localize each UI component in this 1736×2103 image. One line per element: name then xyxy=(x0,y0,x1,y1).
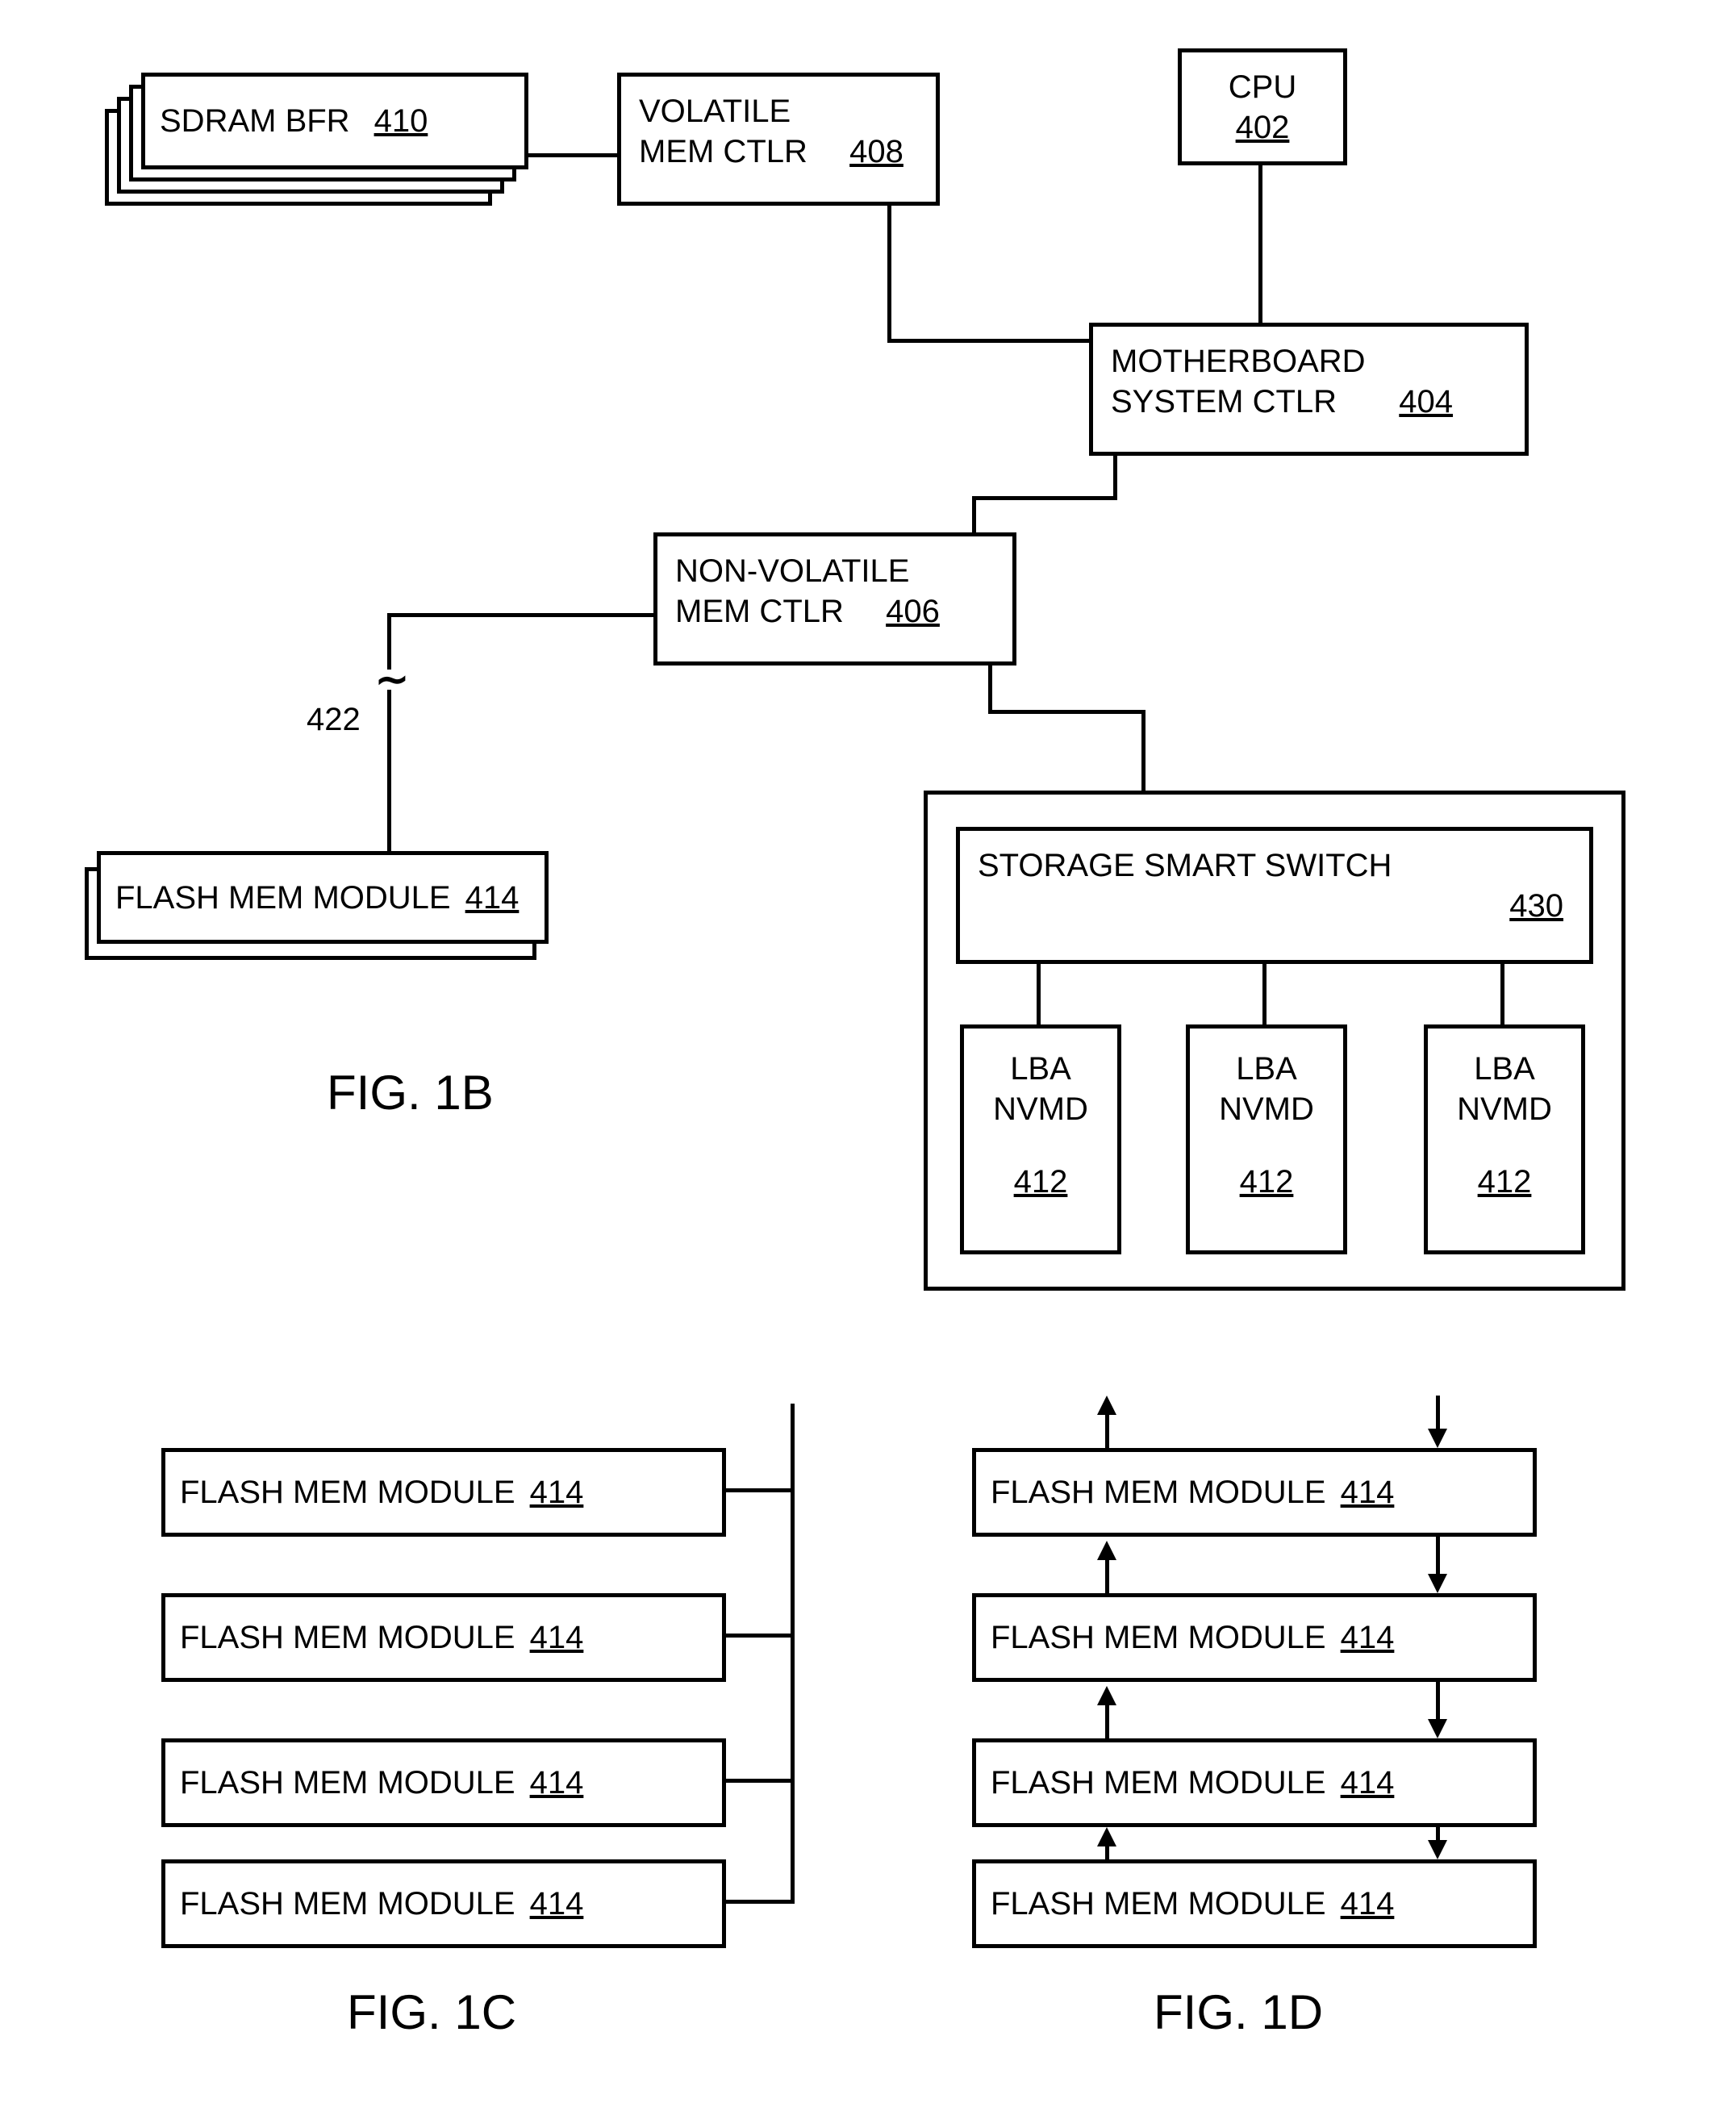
nvmem-ref: 406 xyxy=(886,594,940,629)
fig1c-flash-1: FLASH MEM MODULE 414 xyxy=(161,1448,726,1537)
conn-mb-nvmem-v xyxy=(972,496,976,532)
lba1-l1: LBA xyxy=(1010,1051,1071,1087)
fig1d-flash-1: FLASH MEM MODULE 414 xyxy=(972,1448,1537,1537)
motherboard-ctlr-box: MOTHERBOARD SYSTEM CTLR 404 xyxy=(1089,323,1529,456)
fig1d-23-left-line xyxy=(1105,1702,1109,1738)
flash-1b-label: FLASH MEM MODULE xyxy=(115,878,451,918)
nonvolatile-mem-ctlr-box: NON-VOLATILE MEM CTLR 406 xyxy=(653,532,1016,666)
conn-sss-lba2 xyxy=(1262,964,1267,1024)
conn-sdram-vmem xyxy=(528,153,617,157)
lba3-l2: NVMD xyxy=(1457,1091,1552,1127)
fig1d-f1-label: FLASH MEM MODULE xyxy=(991,1472,1326,1513)
fig1d-f2-ref: 414 xyxy=(1341,1617,1395,1658)
fig1c-conn-1 xyxy=(726,1488,791,1492)
fig1c-flash-4: FLASH MEM MODULE 414 xyxy=(161,1859,726,1948)
storage-smart-switch-box: STORAGE SMART SWITCH 430 xyxy=(956,827,1593,964)
fig1d-flash-4: FLASH MEM MODULE 414 xyxy=(972,1859,1537,1948)
conn-nvmem-right-h xyxy=(988,710,1146,714)
fig-1c-caption: FIG. 1C xyxy=(347,1984,516,2040)
flash-1b-ref: 414 xyxy=(465,878,520,918)
sss-label: STORAGE SMART SWITCH xyxy=(978,848,1392,883)
fig1d-f4-label: FLASH MEM MODULE xyxy=(991,1884,1326,1924)
lba3-ref: 412 xyxy=(1478,1164,1532,1200)
fig1c-f1-label: FLASH MEM MODULE xyxy=(180,1472,515,1513)
fig1d-12-right-line xyxy=(1436,1537,1440,1577)
conn-vmem-down xyxy=(887,206,891,343)
fig-1b-caption: FIG. 1B xyxy=(327,1065,494,1120)
fig1d-34-right-arrow xyxy=(1428,1840,1447,1859)
conn-sss-lba1 xyxy=(1037,964,1041,1024)
fig1c-f2-ref: 414 xyxy=(530,1617,584,1658)
vmem-label2: MEM CTLR xyxy=(639,134,807,169)
lba2-l2: NVMD xyxy=(1219,1091,1314,1127)
cpu-box: CPU 402 xyxy=(1178,48,1347,165)
nvmem-label2: MEM CTLR xyxy=(675,594,844,629)
fig1c-conn-3 xyxy=(726,1779,791,1783)
fig1d-12-left-arrow xyxy=(1097,1541,1116,1560)
fig1d-23-left-arrow xyxy=(1097,1686,1116,1705)
lba1-ref: 412 xyxy=(1014,1164,1068,1200)
fig1c-f2-label: FLASH MEM MODULE xyxy=(180,1617,515,1658)
fig1d-top-left-line xyxy=(1105,1412,1109,1448)
fig1c-flash-3: FLASH MEM MODULE 414 xyxy=(161,1738,726,1827)
lba2-l1: LBA xyxy=(1236,1051,1297,1087)
nvmem-label1: NON-VOLATILE xyxy=(675,553,909,589)
fig1c-f1-ref: 414 xyxy=(530,1472,584,1513)
tilde-422: ∼ xyxy=(375,670,409,690)
cpu-label: CPU xyxy=(1229,69,1296,105)
conn-nvmem-right-v1 xyxy=(988,666,992,714)
lba3-l1: LBA xyxy=(1474,1051,1535,1087)
fig1d-top-left-arrow xyxy=(1097,1396,1116,1415)
conn-sss-lba3 xyxy=(1500,964,1504,1024)
fig1d-top-right-line xyxy=(1436,1396,1440,1432)
conn-nvmem-left-h xyxy=(387,613,653,617)
fig1d-34-left-arrow xyxy=(1097,1827,1116,1846)
volatile-mem-ctlr-box: VOLATILE MEM CTLR 408 xyxy=(617,73,940,206)
cpu-ref: 402 xyxy=(1236,110,1290,145)
sdram-label: SDRAM BFR xyxy=(160,101,350,141)
conn-vmem-mb xyxy=(887,339,1089,343)
flash-mem-module-1b: FLASH MEM MODULE 414 xyxy=(97,851,549,944)
conn-mb-nvmem-h xyxy=(972,496,1117,500)
vmem-ref: 408 xyxy=(849,134,903,169)
vmem-label1: VOLATILE xyxy=(639,94,791,129)
ref-422-label: 422 xyxy=(307,702,361,738)
fig1c-f4-label: FLASH MEM MODULE xyxy=(180,1884,515,1924)
conn-cpu-mb xyxy=(1258,165,1262,323)
mb-ref: 404 xyxy=(1399,384,1453,419)
fig1d-flash-3: FLASH MEM MODULE 414 xyxy=(972,1738,1537,1827)
fig1c-flash-2: FLASH MEM MODULE 414 xyxy=(161,1593,726,1682)
sdram-ref: 410 xyxy=(374,101,428,141)
fig1d-12-right-arrow xyxy=(1428,1574,1447,1593)
conn-nvmem-left-v xyxy=(387,613,391,851)
fig1d-f3-ref: 414 xyxy=(1341,1763,1395,1803)
fig1d-23-right-arrow xyxy=(1428,1719,1447,1738)
fig1c-conn-2 xyxy=(726,1634,791,1638)
fig1d-f4-ref: 414 xyxy=(1341,1884,1395,1924)
sdram-bfr-box: SDRAM BFR 410 xyxy=(141,73,528,169)
fig-1d-caption: FIG. 1D xyxy=(1154,1984,1323,2040)
lba2-ref: 412 xyxy=(1240,1164,1294,1200)
fig1d-12-left-line xyxy=(1105,1557,1109,1593)
fig1c-f3-label: FLASH MEM MODULE xyxy=(180,1763,515,1803)
fig1d-top-right-arrow xyxy=(1428,1429,1447,1448)
fig1c-bus xyxy=(791,1404,795,1904)
fig1c-f4-ref: 414 xyxy=(530,1884,584,1924)
fig1d-f2-label: FLASH MEM MODULE xyxy=(991,1617,1326,1658)
fig1c-f3-ref: 414 xyxy=(530,1763,584,1803)
fig1d-flash-2: FLASH MEM MODULE 414 xyxy=(972,1593,1537,1682)
sss-ref: 430 xyxy=(1509,888,1563,924)
mb-label1: MOTHERBOARD xyxy=(1111,344,1366,379)
lba-nvmd-3: LBA NVMD 412 xyxy=(1424,1024,1585,1254)
fig1d-23-right-line xyxy=(1436,1682,1440,1722)
lba1-l2: NVMD xyxy=(993,1091,1088,1127)
mb-label2: SYSTEM CTLR xyxy=(1111,384,1337,419)
fig1d-f3-label: FLASH MEM MODULE xyxy=(991,1763,1326,1803)
fig1c-conn-4 xyxy=(726,1900,791,1904)
conn-mb-down xyxy=(1113,456,1117,500)
fig1d-f1-ref: 414 xyxy=(1341,1472,1395,1513)
lba-nvmd-2: LBA NVMD 412 xyxy=(1186,1024,1347,1254)
lba-nvmd-1: LBA NVMD 412 xyxy=(960,1024,1121,1254)
